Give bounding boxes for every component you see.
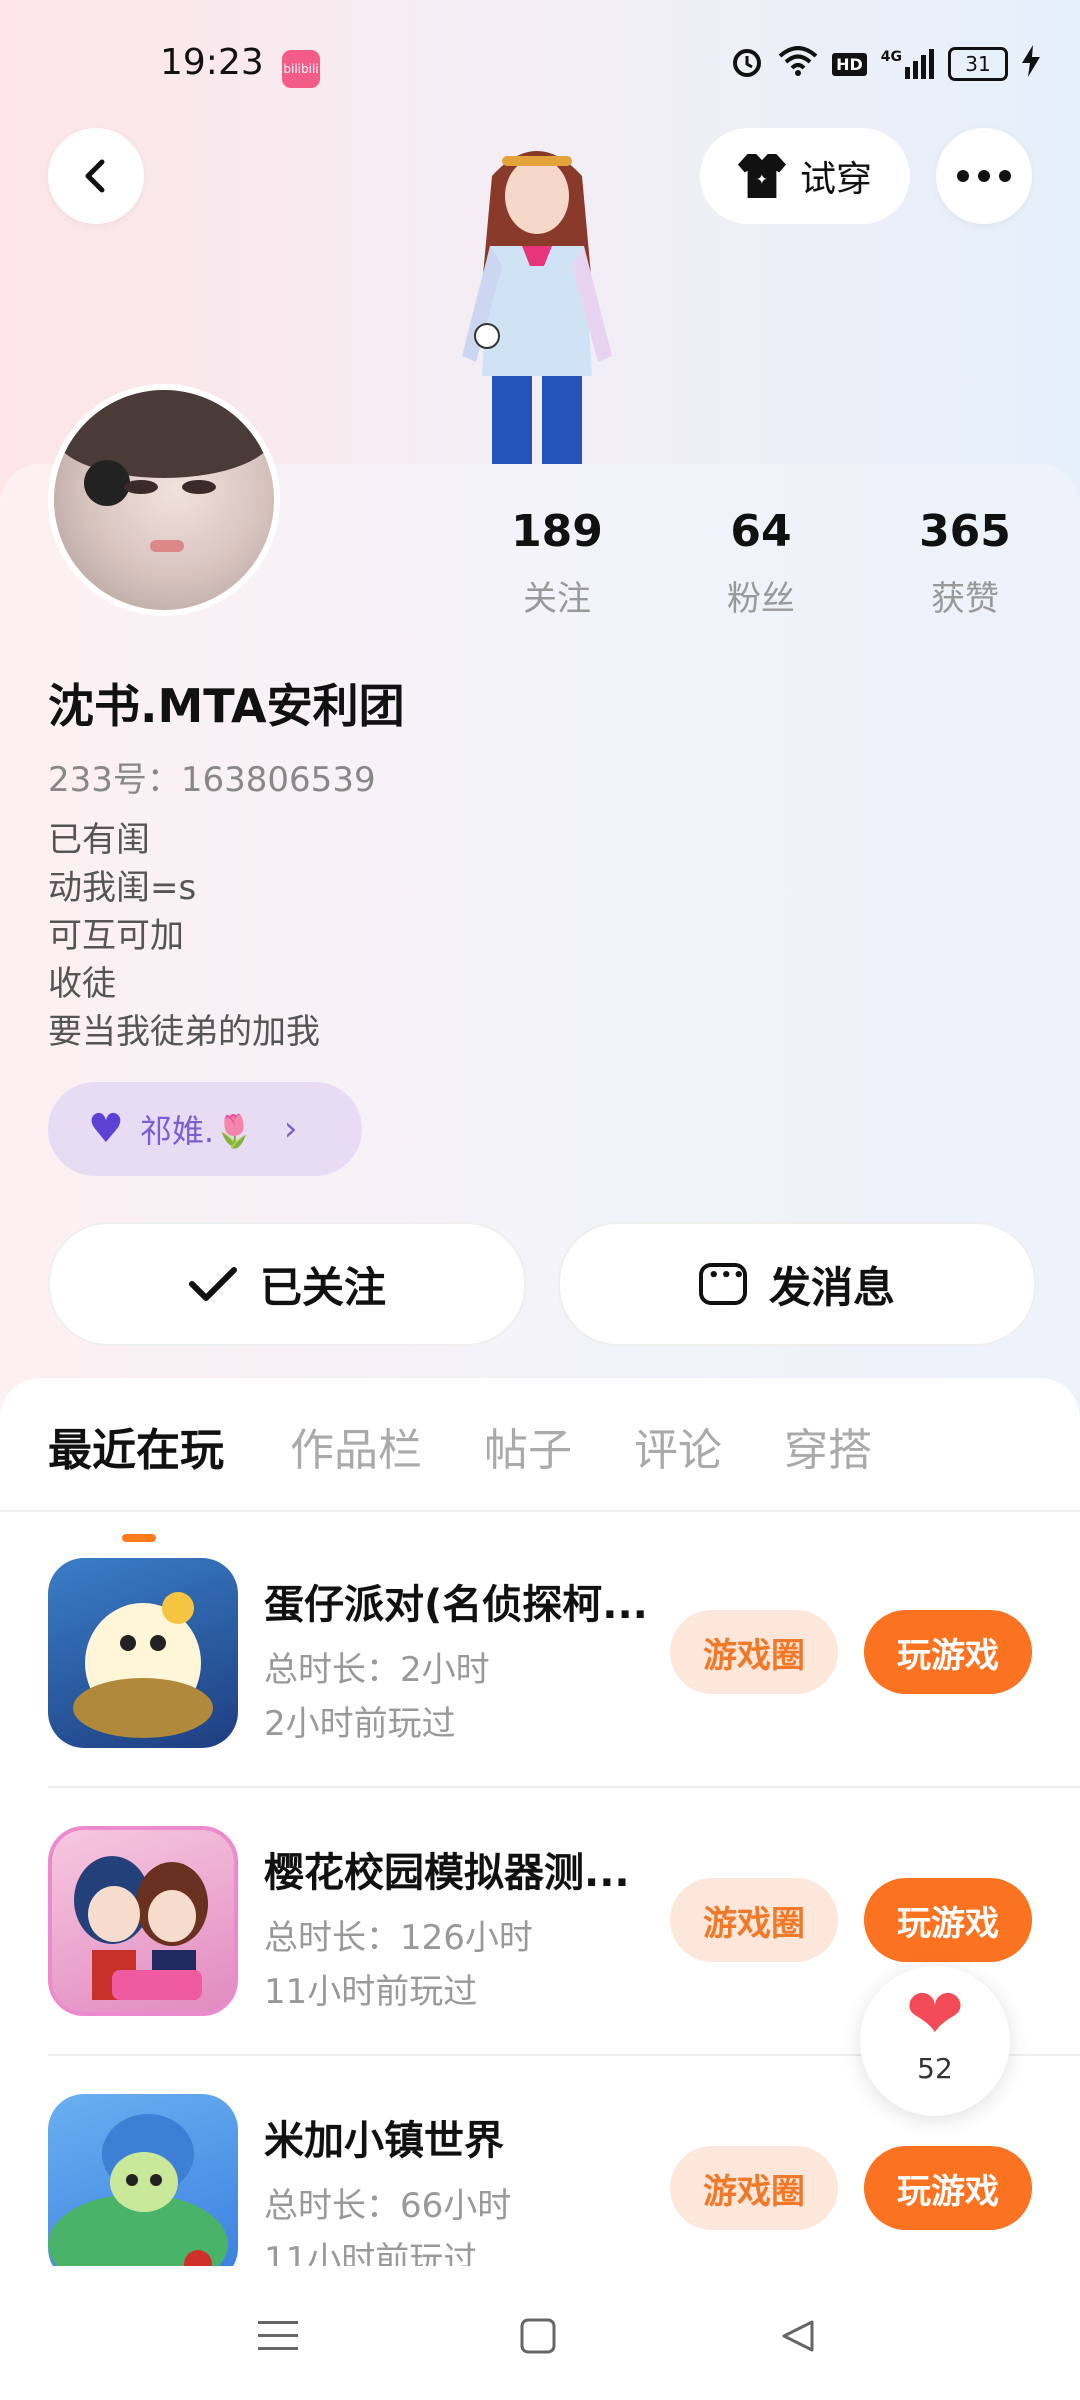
chevron-left-icon (85, 159, 105, 193)
back-triangle-icon (782, 2320, 814, 2352)
stat-fans[interactable]: 64 粉丝 (686, 506, 836, 620)
menu-icon (258, 2321, 298, 2350)
game-duration: 总时长：66小时 (264, 2186, 512, 2226)
alarm-icon (730, 44, 764, 84)
following-label: 已关注 (259, 1262, 386, 1312)
stat-likes-count: 365 (919, 506, 1011, 557)
game-icon (48, 1558, 238, 1748)
stat-following[interactable]: 189 关注 (482, 506, 632, 620)
status-icons: HD 4G 31 (730, 44, 1040, 84)
play-game-button[interactable]: 玩游戏 (864, 1878, 1032, 1962)
home-square-icon (520, 2318, 556, 2354)
tab-comments[interactable]: 评论 (634, 1414, 722, 1478)
list-item[interactable]: 米加小镇世界 总时长：66小时 11小时前玩过 游戏圈 玩游戏 (48, 2094, 1032, 2294)
bio-line: 可互可加 (48, 916, 184, 956)
best-friend-name: 祁婎.🌷 (139, 1112, 254, 1150)
game-circle-button[interactable]: 游戏圈 (670, 1610, 838, 1694)
chat-icon (698, 1263, 747, 1305)
user-bio: 已有闺 动我闺=s 可互可加 收徒 要当我徒弟的加我 (48, 816, 320, 1056)
hd-icon: HD (832, 52, 867, 76)
stat-fans-count: 64 (730, 506, 792, 557)
wifi-icon (778, 46, 818, 82)
play-game-button[interactable]: 玩游戏 (864, 2146, 1032, 2230)
bilibili-app-icon-label: bilibili (283, 62, 319, 76)
user-id: 233号：163806539 (48, 760, 376, 800)
system-nav-bar (0, 2266, 1080, 2400)
battery-icon: 31 (948, 47, 1008, 81)
game-last-played: 11小时前玩过 (264, 1972, 478, 2012)
double-heart-icon: ♥ (88, 1106, 124, 1152)
game-icon (48, 1826, 238, 2016)
game-last-played: 2小时前玩过 (264, 1704, 456, 1744)
game-duration: 总时长：2小时 (264, 1650, 490, 1690)
user-avatar[interactable] (48, 384, 280, 616)
game-title: 米加小镇世界 (264, 2118, 504, 2164)
back-button[interactable] (48, 128, 144, 224)
shirt-icon: ✦ (737, 154, 786, 198)
nav-back-button[interactable] (768, 2306, 828, 2366)
game-icon (48, 2094, 238, 2284)
tab-recently-played[interactable]: 最近在玩 (48, 1414, 224, 1478)
game-title: 蛋仔派对(名侦探柯... (264, 1582, 648, 1628)
list-item[interactable]: 蛋仔派对(名侦探柯... 总时长：2小时 2小时前玩过 游戏圈 玩游戏 (48, 1558, 1032, 1758)
stat-following-count: 189 (511, 506, 603, 557)
bio-line: 已有闺 (48, 820, 150, 860)
heart-icon: ❤ (905, 1973, 965, 2055)
send-message-button[interactable]: 发消息 (558, 1222, 1036, 1346)
tabs-divider (0, 1510, 1080, 1512)
battery-level: 31 (965, 52, 991, 76)
like-count: 52 (917, 2052, 953, 2085)
bio-line: 动我闺=s (48, 868, 197, 908)
network-type: 4G (880, 49, 902, 65)
check-icon (188, 1267, 237, 1301)
game-duration: 总时长：126小时 (264, 1918, 533, 1958)
send-message-label: 发消息 (768, 1262, 895, 1312)
stat-fans-label: 粉丝 (727, 579, 795, 619)
try-on-label: 试穿 (799, 159, 872, 200)
signal-icon: 4G (881, 49, 934, 79)
stat-following-label: 关注 (523, 579, 591, 619)
avatar-3d-figure[interactable] (432, 136, 642, 466)
status-time: 19:23 (160, 42, 264, 83)
profile-tabs: 最近在玩 作品栏 帖子 评论 穿搭 (0, 1414, 1080, 1542)
play-game-button[interactable]: 玩游戏 (864, 1610, 1032, 1694)
try-on-button[interactable]: ✦ 试穿 (700, 128, 910, 224)
tab-works[interactable]: 作品栏 (290, 1414, 422, 1478)
following-button[interactable]: 已关注 (48, 1222, 526, 1346)
stat-likes-label: 获赞 (931, 579, 999, 619)
more-dots-icon (957, 170, 1011, 182)
game-circle-button[interactable]: 游戏圈 (670, 2146, 838, 2230)
bio-line: 要当我徒弟的加我 (48, 1012, 320, 1052)
tab-posts[interactable]: 帖子 (484, 1414, 572, 1478)
tab-active-indicator (122, 1534, 156, 1542)
best-friend-tag[interactable]: ♥ 祁婎.🌷 › (48, 1082, 362, 1176)
like-float-button[interactable]: ❤ 52 (860, 1966, 1010, 2116)
more-options-button[interactable] (936, 128, 1032, 224)
user-name: 沈书.MTA安利团 (48, 679, 405, 733)
chevron-right-icon: › (283, 1109, 298, 1149)
bilibili-app-icon: bilibili (282, 50, 320, 88)
bio-line: 收徒 (48, 964, 116, 1004)
list-divider (48, 1786, 1080, 1788)
stat-likes[interactable]: 365 获赞 (890, 506, 1040, 620)
charging-icon (1022, 45, 1040, 83)
status-bar: 19:23 bilibili HD 4G 31 (0, 0, 1080, 120)
game-title: 樱花校园模拟器测... (264, 1850, 630, 1896)
tab-outfits[interactable]: 穿搭 (784, 1414, 872, 1478)
game-circle-button[interactable]: 游戏圈 (670, 1878, 838, 1962)
nav-home-button[interactable] (508, 2306, 568, 2366)
nav-menu-button[interactable] (248, 2306, 308, 2366)
